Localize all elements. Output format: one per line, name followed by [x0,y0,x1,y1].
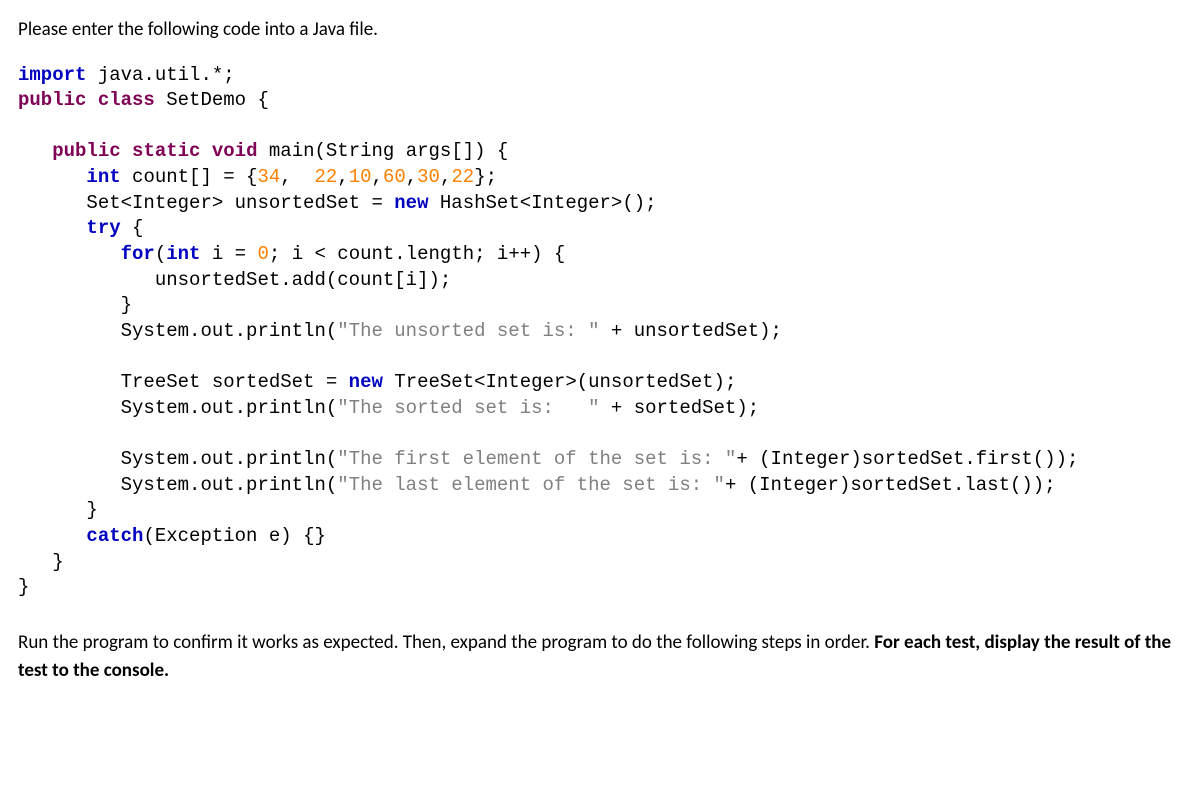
code-l6a: Set<Integer> unsortedSet = [86,192,394,214]
code-l19a: (Exception e) {} [143,525,325,547]
num-22b: 22 [451,166,474,188]
code-l5f: , [440,166,451,188]
intro-text: Please enter the following code into a J… [18,16,1182,45]
code-l14a: System.out.println( [121,397,338,419]
str-unsorted: "The unsorted set is: " [337,320,599,342]
code-l6b: HashSet<Integer>(); [429,192,657,214]
code-l16a: System.out.println( [121,448,338,470]
code-block: import java.util.*; public class SetDemo… [18,63,1182,601]
num-0: 0 [257,243,268,265]
code-l17a: System.out.println( [121,474,338,496]
kw-class: class [98,89,155,111]
code-l11a: System.out.println( [121,320,338,342]
code-l5d: , [372,166,383,188]
num-34: 34 [257,166,280,188]
kw-new1: new [394,192,428,214]
num-30: 30 [417,166,440,188]
code-l5g: }; [474,166,497,188]
code-l4: main(String args[]) { [257,140,508,162]
code-l5b: , [280,166,314,188]
kw-int2: int [166,243,200,265]
code-l16b: + (Integer)sortedSet.first()); [736,448,1078,470]
kw-catch: catch [86,525,143,547]
code-l21: } [18,576,29,598]
code-l1: java.util.*; [86,64,234,86]
str-last: "The last element of the set is: " [337,474,725,496]
code-l13a: TreeSet sortedSet = [121,371,349,393]
code-l13b: TreeSet<Integer>(unsortedSet); [383,371,736,393]
followup-part1: Run the program to confirm it works as e… [18,631,874,654]
code-l2: SetDemo { [155,89,269,111]
code-l9: unsortedSet.add(count[i]); [155,269,451,291]
kw-public: public [18,89,86,111]
code-l8a: ( [155,243,166,265]
code-l14b: + sortedSet); [600,397,760,419]
code-l5e: , [406,166,417,188]
kw-void: void [212,140,258,162]
code-l20: } [52,551,63,573]
str-sorted: "The sorted set is: " [337,397,599,419]
code-l8c: ; i < count.length; i++) { [269,243,565,265]
kw-new2: new [349,371,383,393]
code-l5a: count[] = { [121,166,258,188]
kw-static: static [132,140,200,162]
code-l11b: + unsortedSet); [600,320,782,342]
followup-text: Run the program to confirm it works as e… [18,629,1182,686]
kw-int: int [86,166,120,188]
num-22: 22 [315,166,338,188]
num-60: 60 [383,166,406,188]
code-l10: } [121,294,132,316]
code-l5c: , [337,166,348,188]
kw-public2: public [52,140,120,162]
code-l7a: { [121,217,144,239]
str-first: "The first element of the set is: " [337,448,736,470]
code-l18: } [86,499,97,521]
code-l17b: + (Integer)sortedSet.last()); [725,474,1056,496]
num-10: 10 [349,166,372,188]
kw-try: try [86,217,120,239]
kw-for: for [121,243,155,265]
code-l8b: i = [200,243,257,265]
kw-import: import [18,64,86,86]
